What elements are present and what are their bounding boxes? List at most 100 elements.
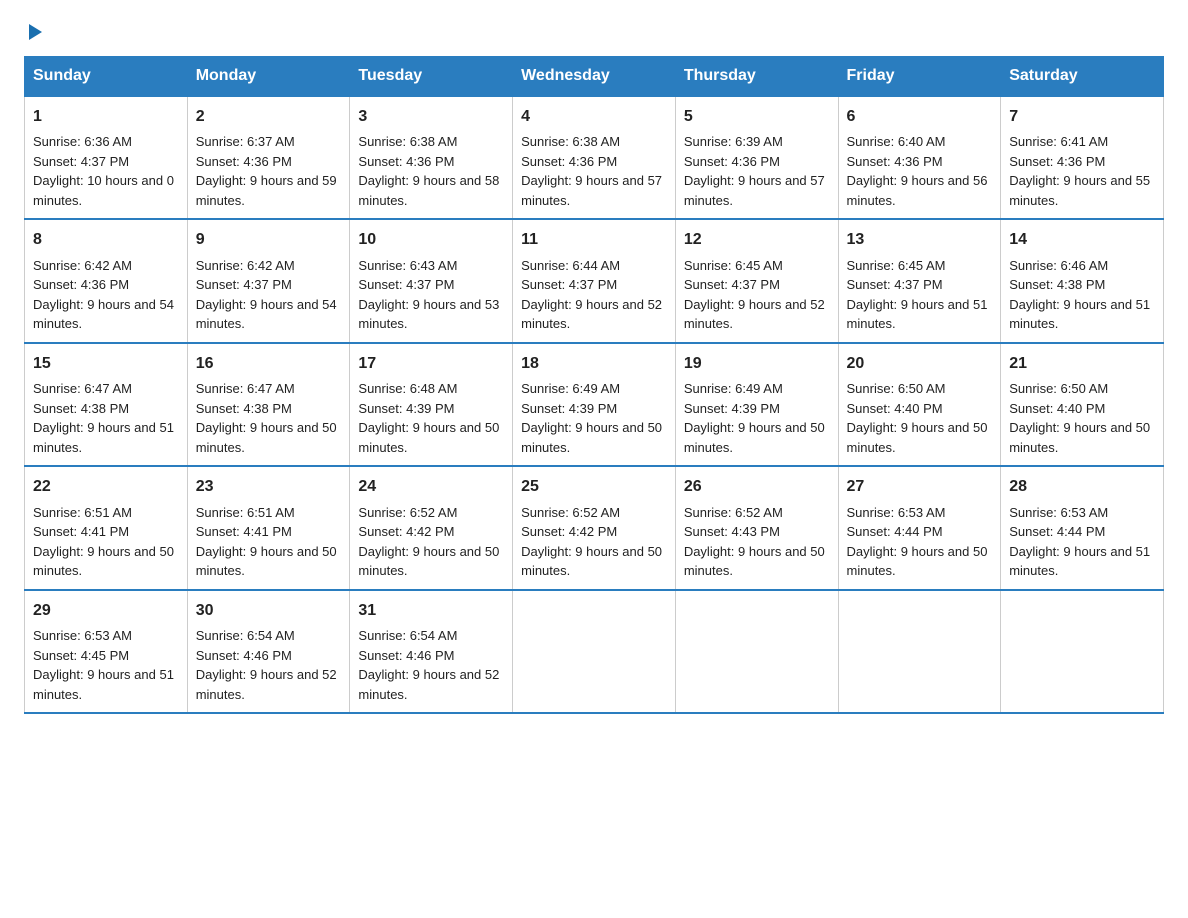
day-of-week-header: Tuesday [350, 57, 513, 97]
day-number: 3 [358, 105, 504, 128]
day-info: Sunrise: 6:45 AMSunset: 4:37 PMDaylight:… [684, 258, 825, 332]
day-info: Sunrise: 6:37 AMSunset: 4:36 PMDaylight:… [196, 134, 337, 208]
calendar-day-cell: 20 Sunrise: 6:50 AMSunset: 4:40 PMDaylig… [838, 343, 1001, 466]
calendar-day-cell: 26 Sunrise: 6:52 AMSunset: 4:43 PMDaylig… [675, 466, 838, 589]
day-number: 14 [1009, 228, 1155, 251]
day-info: Sunrise: 6:44 AMSunset: 4:37 PMDaylight:… [521, 258, 662, 332]
calendar-day-cell: 30 Sunrise: 6:54 AMSunset: 4:46 PMDaylig… [187, 590, 350, 713]
day-info: Sunrise: 6:54 AMSunset: 4:46 PMDaylight:… [196, 628, 337, 702]
day-info: Sunrise: 6:38 AMSunset: 4:36 PMDaylight:… [521, 134, 662, 208]
day-info: Sunrise: 6:40 AMSunset: 4:36 PMDaylight:… [847, 134, 988, 208]
day-info: Sunrise: 6:52 AMSunset: 4:43 PMDaylight:… [684, 505, 825, 579]
day-info: Sunrise: 6:41 AMSunset: 4:36 PMDaylight:… [1009, 134, 1150, 208]
day-info: Sunrise: 6:45 AMSunset: 4:37 PMDaylight:… [847, 258, 988, 332]
day-number: 17 [358, 352, 504, 375]
day-number: 2 [196, 105, 342, 128]
day-number: 11 [521, 228, 667, 251]
day-number: 1 [33, 105, 179, 128]
day-number: 25 [521, 475, 667, 498]
day-info: Sunrise: 6:36 AMSunset: 4:37 PMDaylight:… [33, 134, 174, 208]
day-number: 24 [358, 475, 504, 498]
day-number: 10 [358, 228, 504, 251]
calendar-day-cell: 17 Sunrise: 6:48 AMSunset: 4:39 PMDaylig… [350, 343, 513, 466]
day-of-week-header: Thursday [675, 57, 838, 97]
day-number: 18 [521, 352, 667, 375]
day-number: 22 [33, 475, 179, 498]
day-number: 28 [1009, 475, 1155, 498]
day-number: 4 [521, 105, 667, 128]
day-of-week-header: Wednesday [513, 57, 676, 97]
calendar-day-cell: 16 Sunrise: 6:47 AMSunset: 4:38 PMDaylig… [187, 343, 350, 466]
calendar-day-cell: 7 Sunrise: 6:41 AMSunset: 4:36 PMDayligh… [1001, 96, 1164, 219]
calendar-day-cell: 28 Sunrise: 6:53 AMSunset: 4:44 PMDaylig… [1001, 466, 1164, 589]
calendar-day-cell: 15 Sunrise: 6:47 AMSunset: 4:38 PMDaylig… [25, 343, 188, 466]
calendar-day-cell: 10 Sunrise: 6:43 AMSunset: 4:37 PMDaylig… [350, 219, 513, 342]
day-number: 31 [358, 599, 504, 622]
day-info: Sunrise: 6:53 AMSunset: 4:44 PMDaylight:… [1009, 505, 1150, 579]
calendar-table: SundayMondayTuesdayWednesdayThursdayFrid… [24, 56, 1164, 714]
day-of-week-header: Friday [838, 57, 1001, 97]
calendar-day-cell: 23 Sunrise: 6:51 AMSunset: 4:41 PMDaylig… [187, 466, 350, 589]
day-info: Sunrise: 6:53 AMSunset: 4:44 PMDaylight:… [847, 505, 988, 579]
day-number: 9 [196, 228, 342, 251]
day-info: Sunrise: 6:47 AMSunset: 4:38 PMDaylight:… [196, 381, 337, 455]
day-info: Sunrise: 6:52 AMSunset: 4:42 PMDaylight:… [521, 505, 662, 579]
day-info: Sunrise: 6:53 AMSunset: 4:45 PMDaylight:… [33, 628, 174, 702]
calendar-day-cell [1001, 590, 1164, 713]
calendar-week-row: 15 Sunrise: 6:47 AMSunset: 4:38 PMDaylig… [25, 343, 1164, 466]
day-info: Sunrise: 6:51 AMSunset: 4:41 PMDaylight:… [33, 505, 174, 579]
page-header [24, 24, 1164, 40]
calendar-header-row: SundayMondayTuesdayWednesdayThursdayFrid… [25, 57, 1164, 97]
day-info: Sunrise: 6:43 AMSunset: 4:37 PMDaylight:… [358, 258, 499, 332]
calendar-day-cell: 12 Sunrise: 6:45 AMSunset: 4:37 PMDaylig… [675, 219, 838, 342]
calendar-week-row: 1 Sunrise: 6:36 AMSunset: 4:37 PMDayligh… [25, 96, 1164, 219]
day-info: Sunrise: 6:39 AMSunset: 4:36 PMDaylight:… [684, 134, 825, 208]
day-number: 30 [196, 599, 342, 622]
calendar-day-cell [513, 590, 676, 713]
day-info: Sunrise: 6:54 AMSunset: 4:46 PMDaylight:… [358, 628, 499, 702]
calendar-day-cell: 27 Sunrise: 6:53 AMSunset: 4:44 PMDaylig… [838, 466, 1001, 589]
day-number: 8 [33, 228, 179, 251]
day-number: 29 [33, 599, 179, 622]
calendar-day-cell: 2 Sunrise: 6:37 AMSunset: 4:36 PMDayligh… [187, 96, 350, 219]
calendar-day-cell: 19 Sunrise: 6:49 AMSunset: 4:39 PMDaylig… [675, 343, 838, 466]
day-number: 6 [847, 105, 993, 128]
day-number: 27 [847, 475, 993, 498]
day-info: Sunrise: 6:46 AMSunset: 4:38 PMDaylight:… [1009, 258, 1150, 332]
calendar-day-cell: 8 Sunrise: 6:42 AMSunset: 4:36 PMDayligh… [25, 219, 188, 342]
calendar-day-cell: 31 Sunrise: 6:54 AMSunset: 4:46 PMDaylig… [350, 590, 513, 713]
calendar-day-cell: 29 Sunrise: 6:53 AMSunset: 4:45 PMDaylig… [25, 590, 188, 713]
day-info: Sunrise: 6:51 AMSunset: 4:41 PMDaylight:… [196, 505, 337, 579]
calendar-day-cell: 9 Sunrise: 6:42 AMSunset: 4:37 PMDayligh… [187, 219, 350, 342]
day-number: 15 [33, 352, 179, 375]
day-number: 26 [684, 475, 830, 498]
calendar-day-cell: 6 Sunrise: 6:40 AMSunset: 4:36 PMDayligh… [838, 96, 1001, 219]
day-info: Sunrise: 6:49 AMSunset: 4:39 PMDaylight:… [684, 381, 825, 455]
day-of-week-header: Saturday [1001, 57, 1164, 97]
calendar-week-row: 22 Sunrise: 6:51 AMSunset: 4:41 PMDaylig… [25, 466, 1164, 589]
day-number: 23 [196, 475, 342, 498]
calendar-day-cell [675, 590, 838, 713]
day-of-week-header: Monday [187, 57, 350, 97]
calendar-week-row: 8 Sunrise: 6:42 AMSunset: 4:36 PMDayligh… [25, 219, 1164, 342]
calendar-day-cell: 4 Sunrise: 6:38 AMSunset: 4:36 PMDayligh… [513, 96, 676, 219]
calendar-day-cell: 24 Sunrise: 6:52 AMSunset: 4:42 PMDaylig… [350, 466, 513, 589]
day-number: 13 [847, 228, 993, 251]
calendar-day-cell: 21 Sunrise: 6:50 AMSunset: 4:40 PMDaylig… [1001, 343, 1164, 466]
day-number: 5 [684, 105, 830, 128]
logo-arrow-icon [29, 24, 42, 40]
calendar-day-cell: 25 Sunrise: 6:52 AMSunset: 4:42 PMDaylig… [513, 466, 676, 589]
day-info: Sunrise: 6:50 AMSunset: 4:40 PMDaylight:… [847, 381, 988, 455]
day-number: 16 [196, 352, 342, 375]
day-info: Sunrise: 6:47 AMSunset: 4:38 PMDaylight:… [33, 381, 174, 455]
day-info: Sunrise: 6:42 AMSunset: 4:36 PMDaylight:… [33, 258, 174, 332]
day-number: 20 [847, 352, 993, 375]
day-of-week-header: Sunday [25, 57, 188, 97]
logo [24, 24, 42, 40]
day-info: Sunrise: 6:42 AMSunset: 4:37 PMDaylight:… [196, 258, 337, 332]
day-info: Sunrise: 6:50 AMSunset: 4:40 PMDaylight:… [1009, 381, 1150, 455]
day-info: Sunrise: 6:38 AMSunset: 4:36 PMDaylight:… [358, 134, 499, 208]
calendar-day-cell: 14 Sunrise: 6:46 AMSunset: 4:38 PMDaylig… [1001, 219, 1164, 342]
calendar-day-cell: 13 Sunrise: 6:45 AMSunset: 4:37 PMDaylig… [838, 219, 1001, 342]
day-number: 19 [684, 352, 830, 375]
